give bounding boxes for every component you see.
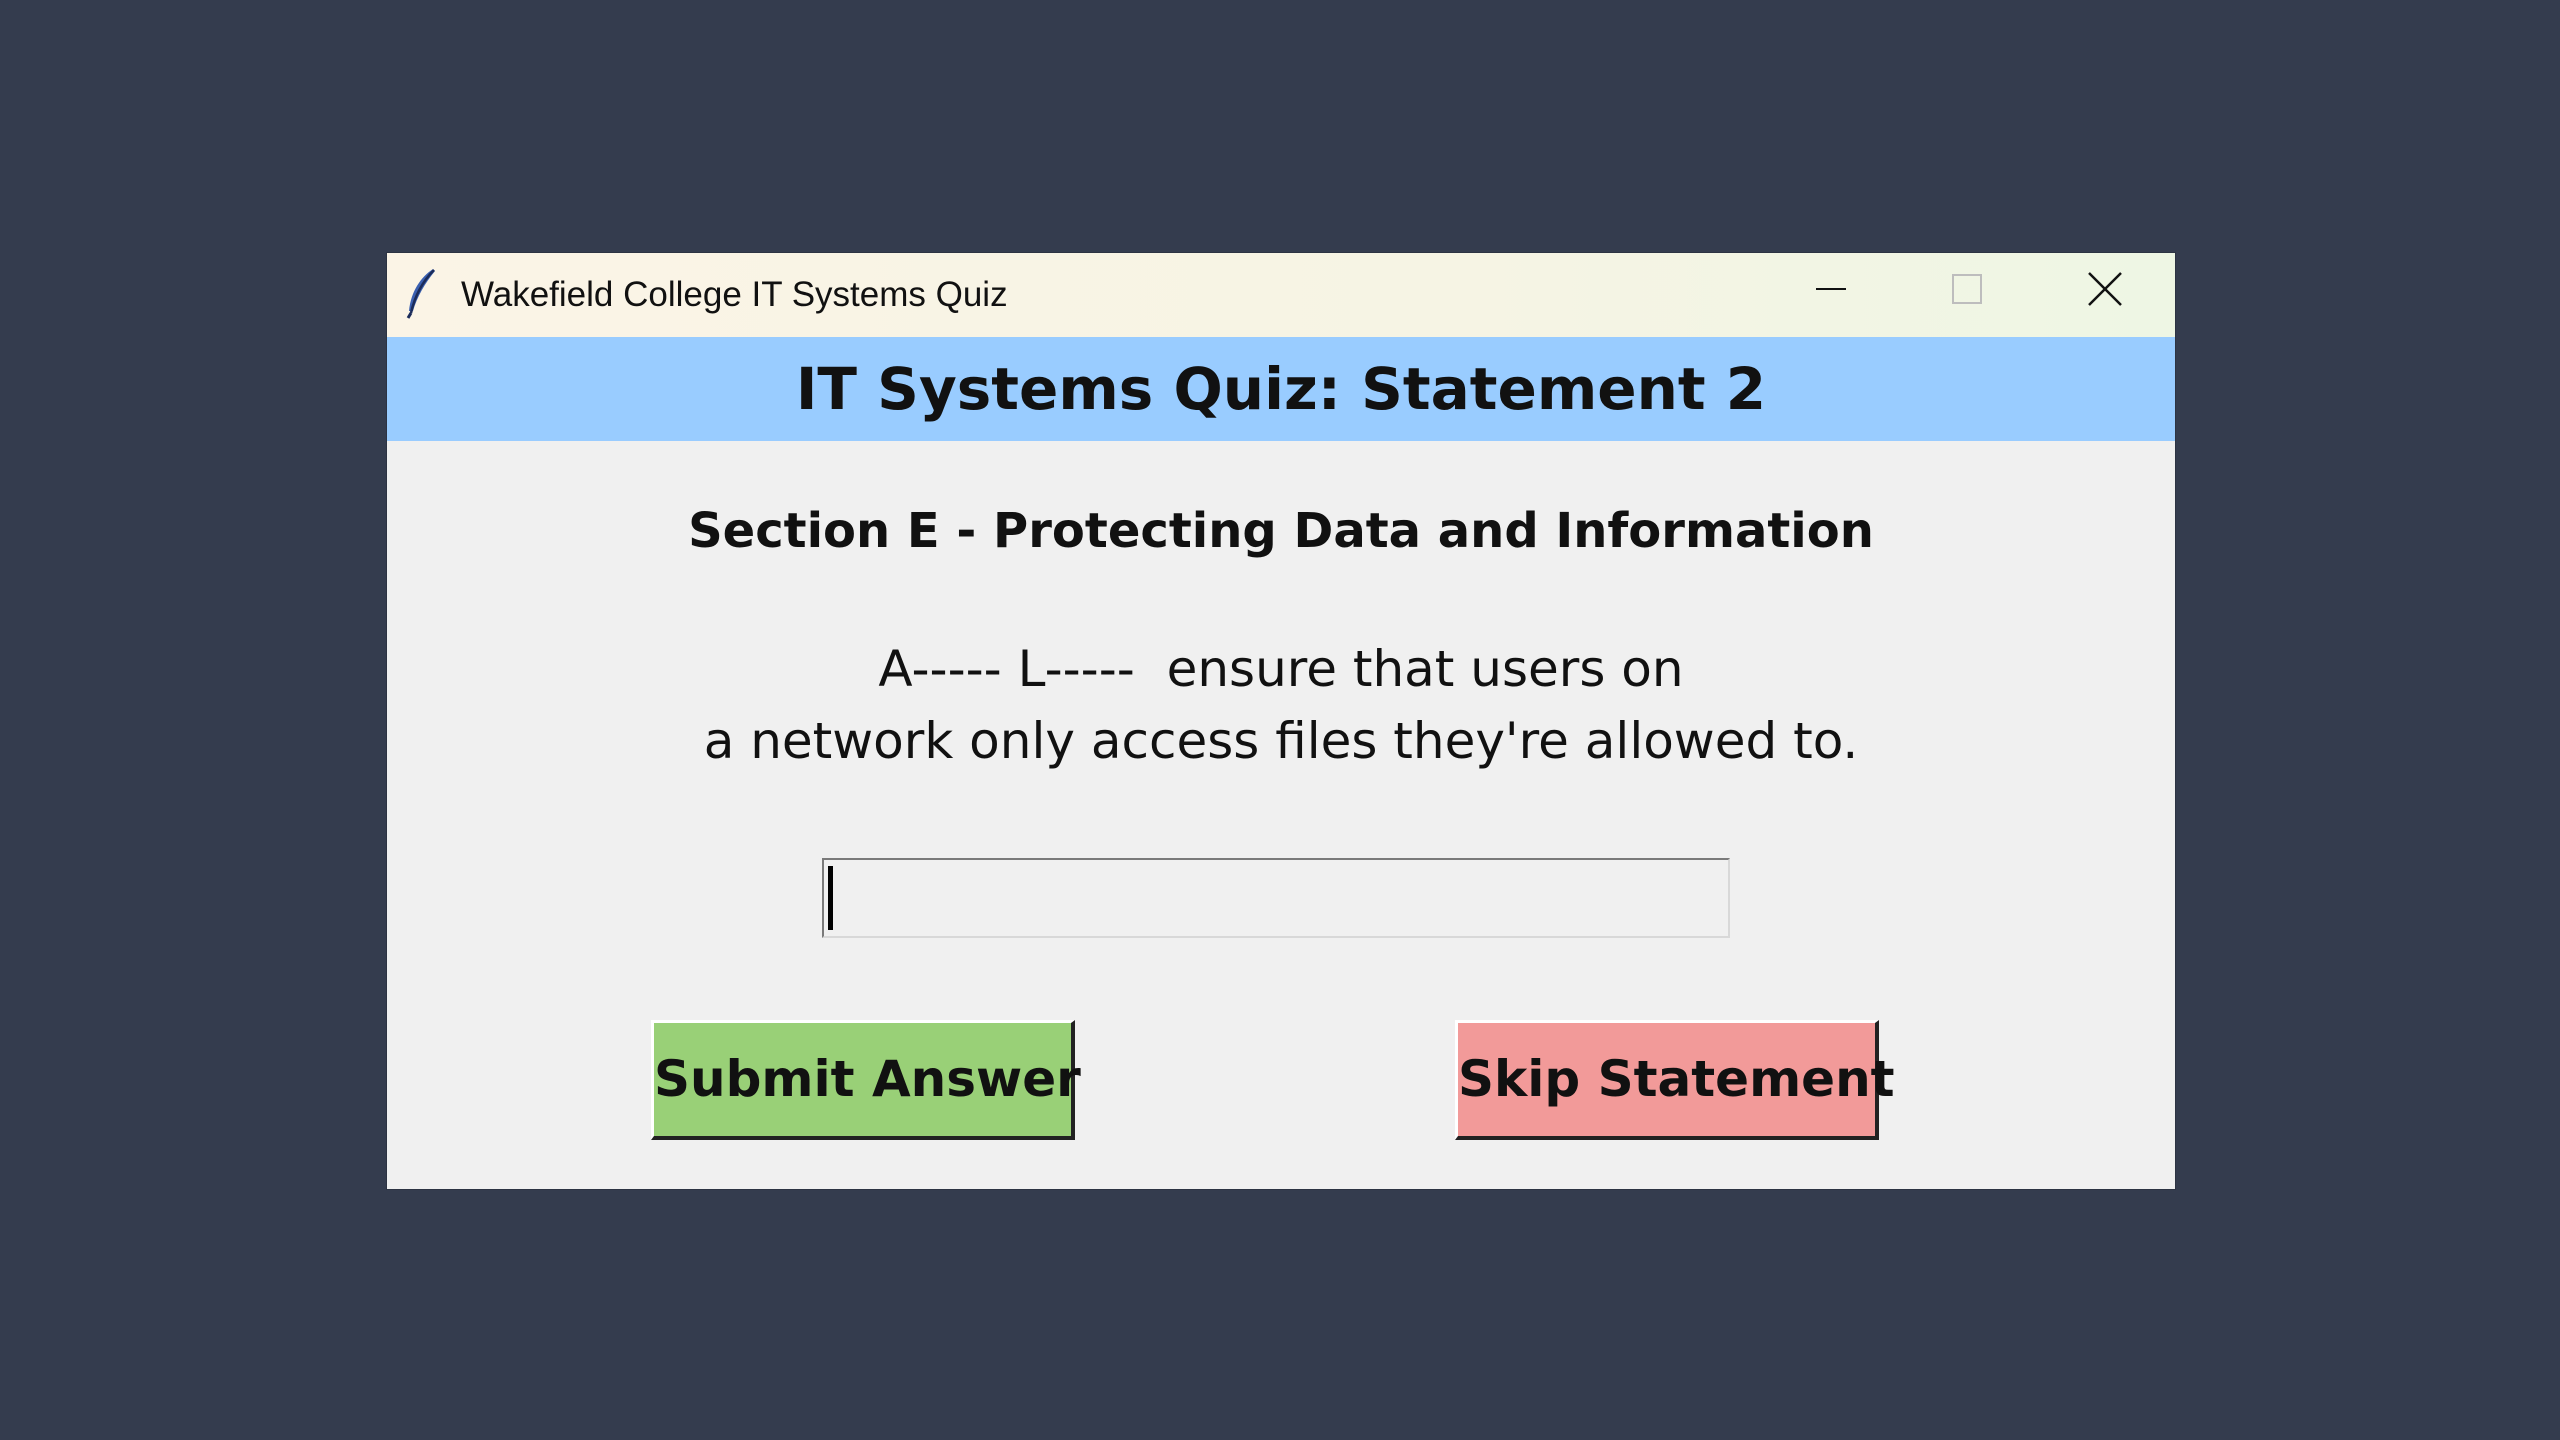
skip-statement-button[interactable]: Skip Statement (1455, 1020, 1895, 1140)
title-bar[interactable]: Wakefield College IT Systems Quiz (387, 253, 2175, 337)
text-caret (828, 866, 833, 930)
minimize-button[interactable] (1762, 253, 1900, 337)
answer-input[interactable] (822, 858, 1730, 938)
quiz-header: IT Systems Quiz: Statement 2 (387, 337, 2175, 441)
maximize-button[interactable] (1899, 253, 2037, 337)
feather-icon (403, 267, 439, 319)
section-title: Section E - Protecting Data and Informat… (688, 503, 1874, 559)
statement-text: A----- L----- ensure that users on a net… (387, 633, 2175, 777)
statement-line-2: a network only access files they're allo… (703, 712, 1859, 770)
desktop: Wakefield College IT Systems Quiz IT Sys… (0, 0, 2560, 1440)
window-title: Wakefield College IT Systems Quiz (461, 275, 1008, 314)
submit-answer-button[interactable]: Submit Answer (651, 1020, 1081, 1140)
close-button[interactable] (2037, 253, 2175, 337)
quiz-window: Wakefield College IT Systems Quiz IT Sys… (387, 253, 2175, 1189)
quiz-title: IT Systems Quiz: Statement 2 (795, 355, 1767, 423)
statement-line-1: A----- L----- ensure that users on (878, 640, 1684, 698)
